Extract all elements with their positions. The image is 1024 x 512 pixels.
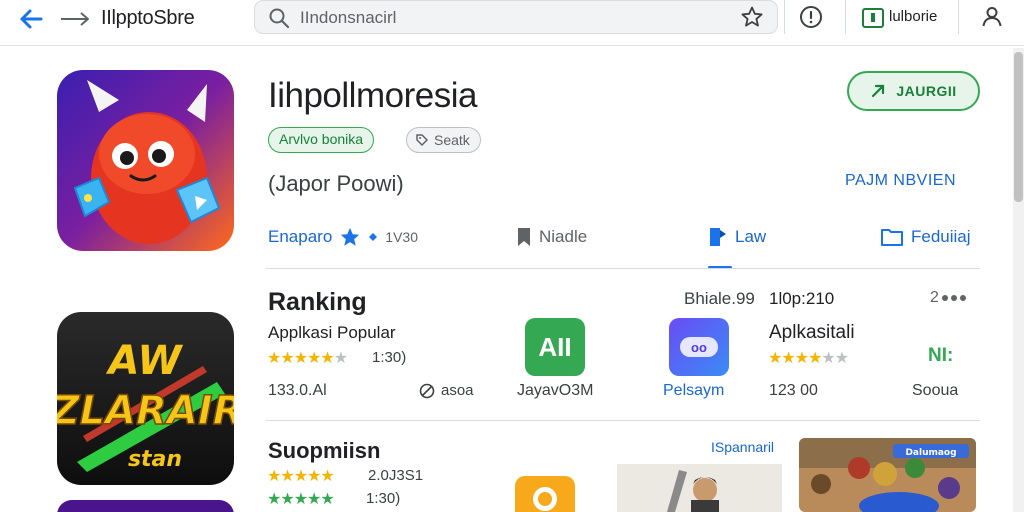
app-tile-pelsaym[interactable]: oo [669,318,729,376]
section-title: Ranking [268,288,367,316]
status: asoa [419,382,474,399]
dot-icon [941,295,948,301]
game-icon[interactable]: AW ZLARAIR stan [57,312,234,485]
side-badge: NI: [928,345,954,366]
arrow-left-icon [20,9,43,29]
notice-label[interactable]: lulborie [889,8,937,25]
blocked-icon [419,383,435,398]
tabs-divider [266,268,980,269]
status-text: asoa [441,382,474,399]
search-bar[interactable]: IIndonsnacirl [254,0,778,34]
app-icon[interactable] [57,500,234,512]
game-thumbnail[interactable]: Dalumaog [799,438,976,512]
forward-button[interactable] [58,6,92,32]
tab-overview[interactable]: Enaparo 1V30 [268,223,418,251]
app-icon [57,70,234,251]
section2-rating-count: 2.0J3S1 [368,467,424,484]
app-title: IIlpptoSbre [101,7,195,29]
app-tile-all[interactable]: AII [525,318,585,376]
news-link[interactable]: PAJM NBVIEN [845,172,956,190]
section2-rating-count-2: 1:30) [366,490,401,507]
section2-title: Suopmiisn [268,438,381,463]
diamond-icon [369,233,378,241]
thumb-label: Dalumaog [905,448,956,458]
app-tile-text: AII [538,331,572,362]
star-icon [341,227,360,246]
tag-badge-label: Seatk [434,131,470,148]
back-button[interactable] [16,6,46,32]
tab-law[interactable]: Law [708,223,766,251]
section-subtitle: Applkasi Popular [268,323,396,342]
search-icon [269,8,290,29]
svg-text:ZLARAIR: ZLARAIR [57,388,234,434]
bookmark-icon [518,228,530,246]
section2-rating-stars: ★★★★★ [267,468,335,485]
folder-icon [881,229,903,246]
user-icon[interactable] [980,5,1004,29]
game-thumbnail[interactable] [617,464,782,512]
bookmark-star-icon[interactable] [740,5,764,29]
side-rating-stars: ★★★★★★ [768,350,849,367]
scrollbar-thumb[interactable] [1014,52,1023,202]
svg-text:AW: AW [106,338,184,384]
notice-icon[interactable] [862,8,884,28]
app-tile-text: oo [691,339,707,355]
tag-badge[interactable]: Seatk [406,127,481,153]
section-divider [266,420,980,421]
divider [784,0,785,34]
category-badge[interactable]: Arvlvo bonika [268,127,375,153]
install-label: JAURGII [896,83,957,99]
dot-icon [950,295,957,301]
app-tile-label[interactable]: Pelsaym [663,382,724,400]
more-menu[interactable]: 2 [930,288,966,308]
app-size: 133.0.Al [268,382,327,399]
rating-count: 1:30) [372,349,407,366]
svg-text:stan: stan [128,447,182,472]
tag-icon [416,134,429,147]
dot-icon [959,295,966,301]
side-size: 123 00 [769,382,818,399]
app-tile-orange[interactable] [515,476,575,512]
search-input[interactable]: IIndonsnacirl [300,8,396,28]
app-name: Iihpollmoresia [268,76,477,115]
section2-link[interactable]: ISpannaril [711,439,774,455]
rating-stars: ★★★★★★ [267,350,348,367]
app-tile-label[interactable]: JayavO3M [517,382,593,400]
meta-left: Bhiale.99 [684,289,755,308]
install-button[interactable]: JAURGII [847,71,980,111]
meta-right: 1l0p:210 [769,289,835,308]
developer-name[interactable]: (Japor Poowi) [268,171,404,197]
tab-label: Enaparo [268,227,333,246]
more-count: 2 [930,289,939,306]
divider [958,0,959,34]
top-bar: IIlpptoSbre IIndonsnacirl lulborie [0,0,1024,46]
side-footer: Sooua [912,382,959,399]
info-icon[interactable] [799,5,823,29]
tab-label: Niadle [539,227,588,246]
tab-features[interactable]: Feduiiaj [880,223,971,251]
divider [845,0,846,34]
tab-label: Law [735,227,767,246]
document-icon [710,228,726,246]
tab-media[interactable]: Niadle [516,223,587,251]
tab-count: 1V30 [385,229,418,245]
arrow-right-icon [61,12,89,26]
download-icon [872,84,885,98]
tab-label: Feduiiaj [911,227,971,246]
side-title: Aplkasitali [769,322,855,343]
section2-rating-stars-2: ★★★★★ [267,491,335,508]
